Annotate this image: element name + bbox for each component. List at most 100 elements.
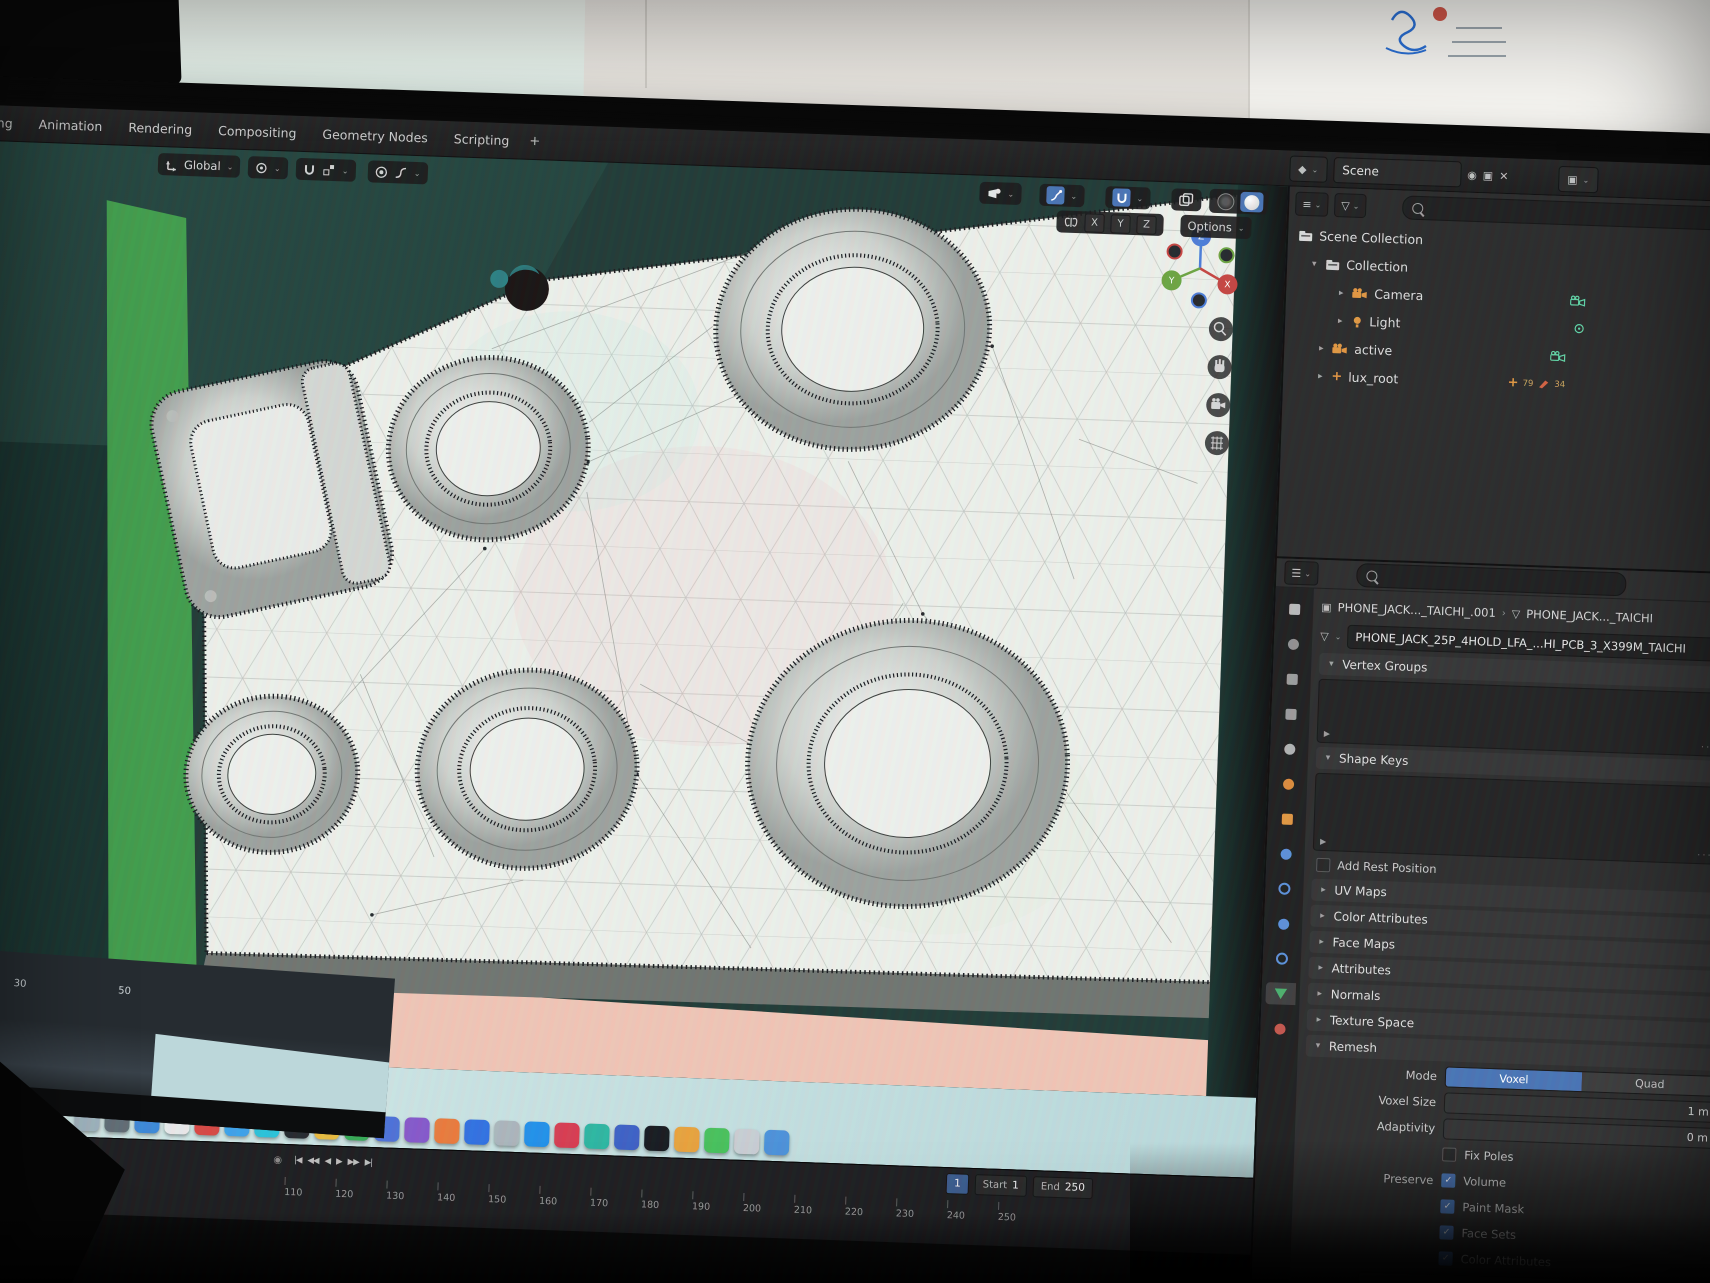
display-mode-dropdown[interactable]: ≡ ⌄ xyxy=(1295,192,1329,217)
dock-icon[interactable] xyxy=(554,1122,580,1148)
proportional-edit-toggle[interactable]: ⌄ xyxy=(1039,184,1084,208)
proportional-edit-dropdown[interactable]: ⌄ xyxy=(368,160,428,184)
camera-icon xyxy=(1352,288,1368,300)
resize-grip[interactable] xyxy=(1701,742,1710,754)
properties-tab-output[interactable] xyxy=(1276,667,1307,690)
mirror-z-button[interactable]: Z xyxy=(1136,215,1157,235)
dock-icon[interactable] xyxy=(494,1120,520,1146)
properties-tab-physics[interactable] xyxy=(1268,912,1299,935)
workspace-tab[interactable]: Compositing xyxy=(218,123,297,141)
outliner-editor[interactable]: ≡ ⌄ ▽ ⌄ Scene Collection xyxy=(1277,186,1710,574)
frame-range-fields: 1 Start 1 End 250 xyxy=(946,1173,1094,1199)
dock-icon[interactable] xyxy=(584,1123,610,1149)
playback-button[interactable]: ◀ xyxy=(324,1156,330,1166)
dock-icon[interactable] xyxy=(464,1119,490,1145)
properties-editor-type-dropdown[interactable]: ☰ ⌄ xyxy=(1284,561,1318,586)
expand-icon[interactable] xyxy=(1336,288,1346,298)
pin-icon[interactable]: ◉ xyxy=(1467,169,1477,180)
timeline-tick: 170 xyxy=(590,1188,642,1211)
workspace-tab[interactable]: Rendering xyxy=(128,120,192,137)
dock-icon[interactable] xyxy=(674,1127,700,1153)
playback-button[interactable]: ◀◀ xyxy=(307,1156,318,1166)
workspace-tab[interactable]: Animation xyxy=(38,117,102,134)
workspace-tab[interactable]: Scripting xyxy=(454,131,510,148)
dock-icon[interactable] xyxy=(644,1126,670,1152)
add-rest-position-checkbox[interactable] xyxy=(1316,858,1330,872)
auto-keying-icon[interactable]: ◉ xyxy=(273,1154,282,1165)
add-workspace-button[interactable]: + xyxy=(529,134,540,149)
breadcrumb-object[interactable]: PHONE_JACK..._TAICHI_.001 xyxy=(1337,600,1496,620)
outliner-search-field[interactable] xyxy=(1402,195,1710,231)
end-frame-field[interactable]: End 250 xyxy=(1032,1176,1093,1199)
workspace-tab[interactable]: ing xyxy=(0,115,13,131)
filter-dropdown[interactable]: ▽ ⌄ xyxy=(1334,193,1367,218)
mirror-y-button[interactable]: Y xyxy=(1110,214,1131,234)
properties-tab-object-constraints[interactable] xyxy=(1267,947,1298,970)
timeline-tick: 190 xyxy=(692,1191,744,1214)
dock-icon[interactable] xyxy=(734,1129,760,1155)
properties-tab-render[interactable] xyxy=(1278,632,1309,655)
mirror-x-button[interactable]: X xyxy=(1084,213,1105,233)
view-layer-selector[interactable]: ▣ ⌄ xyxy=(1558,166,1599,193)
mesh-name-value: PHONE_JACK_25P_4HOLD_LFA_...HI_PCB_3_X39… xyxy=(1355,630,1686,656)
mode-quad-button[interactable]: Quad xyxy=(1582,1072,1710,1096)
timeline-tick: 110 xyxy=(284,1177,336,1200)
expand-icon[interactable] xyxy=(1309,259,1319,269)
show-gizmo-dropdown[interactable]: ⌄ xyxy=(979,182,1021,205)
playback-button[interactable]: ▶▶ xyxy=(347,1157,358,1167)
object-icon: ▣ xyxy=(1321,601,1332,612)
properties-tab-material[interactable] xyxy=(1264,1017,1295,1040)
shape-keys-list[interactable]: ▶ xyxy=(1313,773,1710,865)
pivot-point-dropdown[interactable]: ⌄ xyxy=(248,156,288,179)
dock-icon[interactable] xyxy=(434,1118,460,1144)
scene-browse-button[interactable]: ◆ ⌄ xyxy=(1289,155,1328,182)
specials-menu-icon[interactable]: ▶ xyxy=(1320,837,1326,846)
light-visibility-badge[interactable] xyxy=(1573,323,1585,335)
properties-tab-modifiers[interactable] xyxy=(1270,842,1301,865)
properties-tab-object-data[interactable] xyxy=(1265,982,1296,1005)
outliner-label: Camera xyxy=(1374,286,1424,303)
properties-tab-tool[interactable] xyxy=(1279,597,1310,620)
dock-icon[interactable] xyxy=(704,1128,730,1154)
workspace-tab[interactable]: Geometry Nodes xyxy=(322,127,428,146)
close-icon[interactable]: ✕ xyxy=(1499,170,1509,181)
properties-tab-view-layer[interactable] xyxy=(1275,702,1306,725)
camera-visibility-badge[interactable] xyxy=(1570,295,1586,307)
shading-solid-button[interactable] xyxy=(1240,192,1264,213)
3d-viewport[interactable]: Z Y X xyxy=(0,140,1288,1098)
properties-tab-particles[interactable] xyxy=(1269,877,1300,900)
properties-tab-scene[interactable] xyxy=(1274,737,1305,760)
overlays-toggle[interactable] xyxy=(1171,188,1202,211)
transform-orientation-dropdown[interactable]: Global ⌄ xyxy=(158,153,241,178)
properties-tab-world[interactable] xyxy=(1273,772,1304,795)
scene-name-field[interactable]: Scene xyxy=(1333,157,1462,187)
specials-menu-icon[interactable]: ▶ xyxy=(1324,729,1330,738)
start-frame-field[interactable]: Start 1 xyxy=(974,1174,1027,1197)
snap-toggle[interactable]: ⌄ xyxy=(296,158,356,182)
playback-button[interactable]: ▶| xyxy=(365,1158,373,1168)
properties-tab-object[interactable] xyxy=(1271,807,1302,830)
playback-button[interactable]: ▶ xyxy=(336,1157,342,1167)
timeline-tick: 140 xyxy=(437,1182,489,1205)
dock-icon[interactable] xyxy=(524,1121,550,1147)
secondary-timeline-tick: 50 xyxy=(118,985,131,997)
dock-icon[interactable] xyxy=(614,1124,640,1150)
shading-wireframe-button[interactable] xyxy=(1214,191,1238,212)
camera-visibility-badge[interactable] xyxy=(1550,351,1566,363)
expand-icon[interactable] xyxy=(1335,316,1345,326)
snap-magnet-toggle[interactable]: ⌄ xyxy=(1105,186,1150,210)
mode-voxel-button[interactable]: Voxel xyxy=(1446,1067,1583,1091)
resize-grip[interactable] xyxy=(1697,850,1710,862)
new-scene-icon[interactable]: ▣ xyxy=(1483,170,1494,181)
breadcrumb-mesh[interactable]: PHONE_JACK..._TAICHI xyxy=(1526,607,1653,625)
options-dropdown[interactable]: Options ⌄ xyxy=(1180,215,1252,239)
playback-button[interactable]: |◀ xyxy=(294,1155,302,1165)
expand-icon[interactable] xyxy=(1316,343,1326,353)
expand-icon[interactable] xyxy=(1315,371,1325,381)
dock-icon[interactable] xyxy=(404,1117,430,1143)
dock-icon[interactable] xyxy=(764,1130,790,1156)
scene-name: Scene xyxy=(1342,163,1379,178)
vertex-groups-list[interactable]: ▶ xyxy=(1317,679,1710,757)
current-frame-field[interactable]: 1 xyxy=(946,1173,969,1195)
whiteboard xyxy=(1248,0,1710,140)
